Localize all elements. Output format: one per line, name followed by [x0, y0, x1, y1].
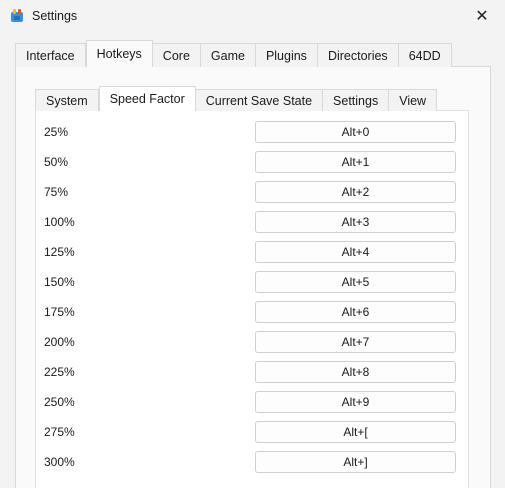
speed-factor-label: 225% — [44, 365, 75, 379]
hotkey-assign-button[interactable]: Alt+7 — [255, 331, 456, 353]
hotkey-assign-button[interactable]: Alt+2 — [255, 181, 456, 203]
hotkey-row: 200% Alt+7 — [35, 331, 469, 353]
tab-game[interactable]: Game — [200, 43, 256, 67]
hotkey-row: 100% Alt+3 — [35, 211, 469, 233]
speed-factor-label: 275% — [44, 425, 75, 439]
hotkey-assign-button[interactable]: Alt+] — [255, 451, 456, 473]
hotkey-assign-button[interactable]: Alt+1 — [255, 151, 456, 173]
hotkey-assign-button[interactable]: Alt+5 — [255, 271, 456, 293]
speed-factor-label: 50% — [44, 155, 69, 169]
subtab-system[interactable]: System — [35, 89, 99, 111]
hotkey-assign-button[interactable]: Alt+4 — [255, 241, 456, 263]
subtab-settings[interactable]: Settings — [323, 89, 390, 111]
hotkey-row: 50% Alt+1 — [35, 151, 469, 173]
subtab-speed-factor[interactable]: Speed Factor — [98, 86, 196, 111]
hotkey-assign-button[interactable]: Alt+8 — [255, 361, 456, 383]
speed-factor-label: 25% — [44, 125, 69, 139]
tab-core[interactable]: Core — [152, 43, 201, 67]
hotkey-assign-button[interactable]: Alt+0 — [255, 121, 456, 143]
subtab-current-save-state[interactable]: Current Save State — [195, 89, 324, 111]
hotkey-row: 275% Alt+[ — [35, 421, 469, 443]
hotkey-row: 300% Alt+] — [35, 451, 469, 473]
speed-factor-label: 125% — [44, 245, 75, 259]
hotkey-assign-button[interactable]: Alt+9 — [255, 391, 456, 413]
hotkey-row: 225% Alt+8 — [35, 361, 469, 383]
speed-factor-label: 250% — [44, 395, 75, 409]
hotkey-row: 75% Alt+2 — [35, 181, 469, 203]
hotkey-row: 25% Alt+0 — [35, 121, 469, 143]
tab-plugins[interactable]: Plugins — [255, 43, 318, 67]
title-bar: Settings ✕ — [0, 0, 505, 33]
tab-64dd[interactable]: 64DD — [398, 43, 452, 67]
speed-factor-label: 200% — [44, 335, 75, 349]
tab-directories[interactable]: Directories — [317, 43, 399, 67]
hotkey-row: 150% Alt+5 — [35, 271, 469, 293]
hotkey-row: 125% Alt+4 — [35, 241, 469, 263]
tab-hotkeys[interactable]: Hotkeys — [85, 40, 153, 67]
hotkey-row: 250% Alt+9 — [35, 391, 469, 413]
window-title: Settings — [32, 9, 78, 23]
speed-factor-label: 300% — [44, 455, 75, 469]
hotkey-category-tab-bar: System Speed Factor Current Save State Sett… — [35, 86, 438, 111]
hotkey-assign-button[interactable]: Alt+[ — [255, 421, 456, 443]
main-tab-bar: Interface Hotkeys Core Game Plugins Directori… — [15, 40, 452, 67]
hotkey-row: 175% Alt+6 — [35, 301, 469, 323]
speed-factor-label: 150% — [44, 275, 75, 289]
speed-factor-label: 175% — [44, 305, 75, 319]
app-icon — [11, 9, 23, 22]
subtab-view[interactable]: View — [389, 89, 438, 111]
speed-factor-label: 75% — [44, 185, 69, 199]
close-icon[interactable]: ✕ — [459, 0, 505, 31]
speed-factor-label: 100% — [44, 215, 75, 229]
hotkey-assign-button[interactable]: Alt+6 — [255, 301, 456, 323]
tab-interface[interactable]: Interface — [15, 43, 86, 67]
hotkey-assign-button[interactable]: Alt+3 — [255, 211, 456, 233]
